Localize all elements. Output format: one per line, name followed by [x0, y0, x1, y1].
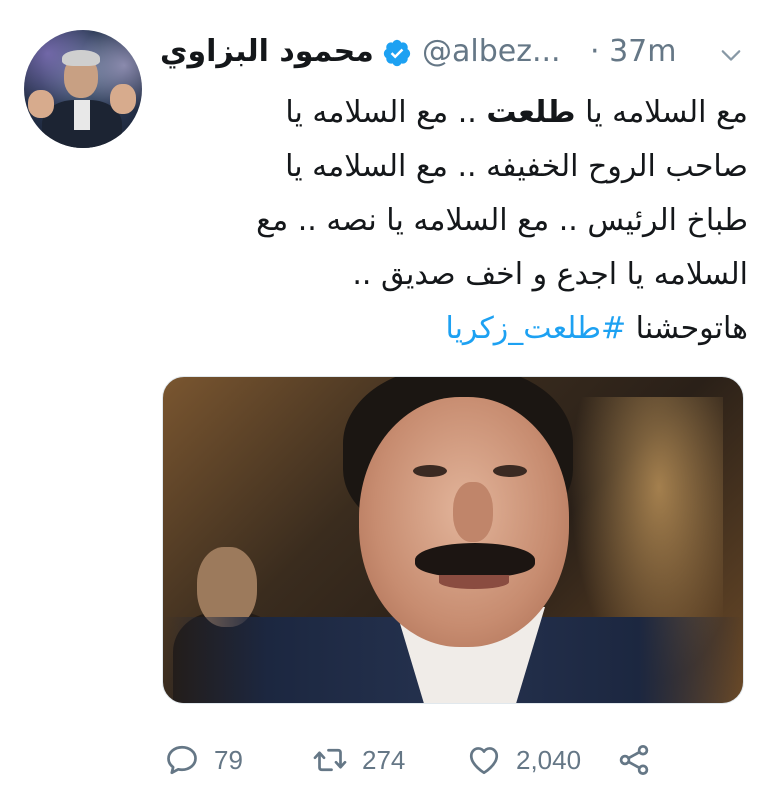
retweet-button[interactable]: 274: [312, 738, 405, 782]
tweet-text-line-1: مع السلامه يا طلعت .. مع السلامه يا: [160, 86, 748, 140]
retweet-icon: [313, 748, 347, 772]
avatar-shirt: [74, 100, 90, 130]
tweet-actions: 79 274 2,040: [160, 738, 660, 782]
share-icon: [619, 745, 649, 775]
tweet-text-line-3: طباخ الرئيس .. مع السلامه يا نصه .. مع: [256, 203, 748, 238]
tweet-text-bold-name: طلعت: [486, 95, 576, 130]
tweet-text-segment: مع السلامه يا: [575, 95, 748, 130]
like-button[interactable]: 2,040: [466, 738, 581, 782]
photo-mustache: [415, 543, 535, 577]
tweet-text-line-4: السلامه يا اجدع و اخف صديق ..: [352, 257, 748, 292]
hashtag-link[interactable]: #طلعت_زكريا: [445, 311, 626, 346]
chevron-down-icon[interactable]: [720, 44, 742, 66]
avatar-hair: [62, 50, 100, 66]
photo-eye-left: [413, 465, 447, 477]
like-count: 2,040: [516, 744, 582, 775]
tweet-text-line-5: هاتوحشنا #طلعت_زكريا: [160, 302, 748, 356]
photo-nose: [453, 482, 493, 542]
tweet-photo[interactable]: [162, 376, 744, 704]
reply-icon: [167, 745, 197, 775]
reply-button[interactable]: 79: [164, 738, 243, 782]
tweet-card: محمود البزاوي @albez... · 37m مع السلامه…: [0, 0, 768, 793]
tweet-text-segment: .. مع السلامه يا: [285, 95, 487, 130]
avatar-hand-left: [28, 90, 54, 118]
tweet-timestamp[interactable]: · 37m: [590, 34, 676, 69]
verified-badge-icon: [383, 39, 411, 67]
reply-count: 79: [214, 744, 243, 775]
photo-mouth: [439, 575, 509, 589]
author-handle[interactable]: @albez...: [422, 34, 561, 69]
photo-background-person-face: [197, 547, 257, 627]
display-name[interactable]: محمود البزاوي: [160, 34, 374, 69]
tweet-text-segment: هاتوحشنا: [626, 311, 748, 346]
share-button[interactable]: [616, 738, 666, 782]
photo-eye-right: [493, 465, 527, 477]
avatar[interactable]: [24, 30, 142, 148]
tweet-text-line-2: صاحب الروح الخفيفه .. مع السلامه يا: [285, 149, 748, 184]
avatar-hand-right: [110, 84, 136, 114]
retweet-count: 274: [362, 744, 406, 775]
heart-icon: [469, 747, 499, 775]
tweet-text: مع السلامه يا طلعت .. مع السلامه يا صاحب…: [160, 86, 748, 356]
tweet-header: محمود البزاوي @albez... · 37m: [160, 30, 750, 74]
